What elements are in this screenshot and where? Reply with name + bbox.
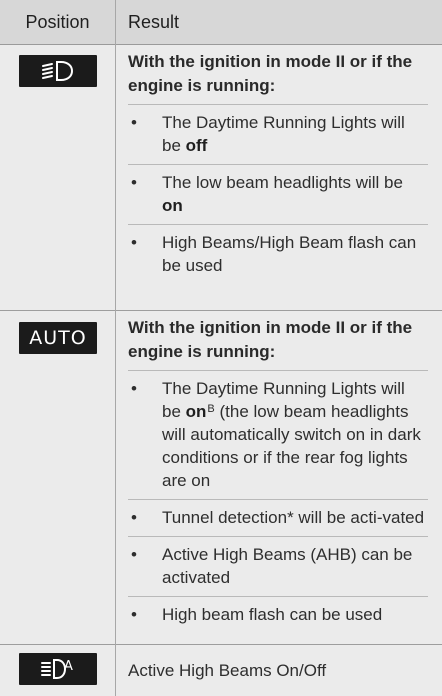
table-header: Position Result <box>0 0 442 45</box>
list-item: • The Daytime Running Lights will be off <box>128 104 428 164</box>
auto-badge-text: AUTO <box>29 327 87 349</box>
row-result-text: Active High Beams On/Off <box>128 660 327 680</box>
light-switch-table: Position Result With the ignition in mod… <box>0 0 442 696</box>
list-item: • The Daytime Running Lights will be onB… <box>128 370 428 499</box>
list-item: • The low beam headlights will be on <box>128 164 428 224</box>
table-row-low-beam: With the ignition in mode II or if the e… <box>0 45 442 311</box>
bullet: • <box>131 545 137 564</box>
bullet: • <box>131 113 137 132</box>
header-result: Result <box>128 11 180 32</box>
bullet: • <box>131 605 137 624</box>
header-position: Position <box>25 11 90 32</box>
list-item: • High beam flash can be used <box>128 596 428 633</box>
column-divider <box>115 0 116 696</box>
active-high-beam-icon: A <box>19 653 97 685</box>
bullet: • <box>131 508 137 527</box>
auto-icon: AUTO <box>19 322 97 354</box>
row-lead-text: With the ignition in mode II or if the e… <box>128 318 413 361</box>
low-beam-icon <box>19 55 97 87</box>
list-item: • High Beams/High Beam flash can be used <box>128 224 428 284</box>
row-lead-text: With the ignition in mode II or if the e… <box>128 52 413 95</box>
row-result: With the ignition in mode II or if the e… <box>128 316 428 633</box>
list-item: • Active High Beams (AHB) can be activat… <box>128 536 428 596</box>
svg-text:A: A <box>64 659 73 674</box>
table-row-auto: AUTO With the ignition in mode II or if … <box>0 311 442 645</box>
table-row-active-high-beam: A Active High Beams On/Off <box>0 645 442 696</box>
row-result: With the ignition in mode II or if the e… <box>128 50 428 284</box>
bullet: • <box>131 233 137 252</box>
list-item: • Tunnel detection* will be acti-vated <box>128 499 428 536</box>
bullet: • <box>131 173 137 192</box>
bullet: • <box>131 379 137 398</box>
